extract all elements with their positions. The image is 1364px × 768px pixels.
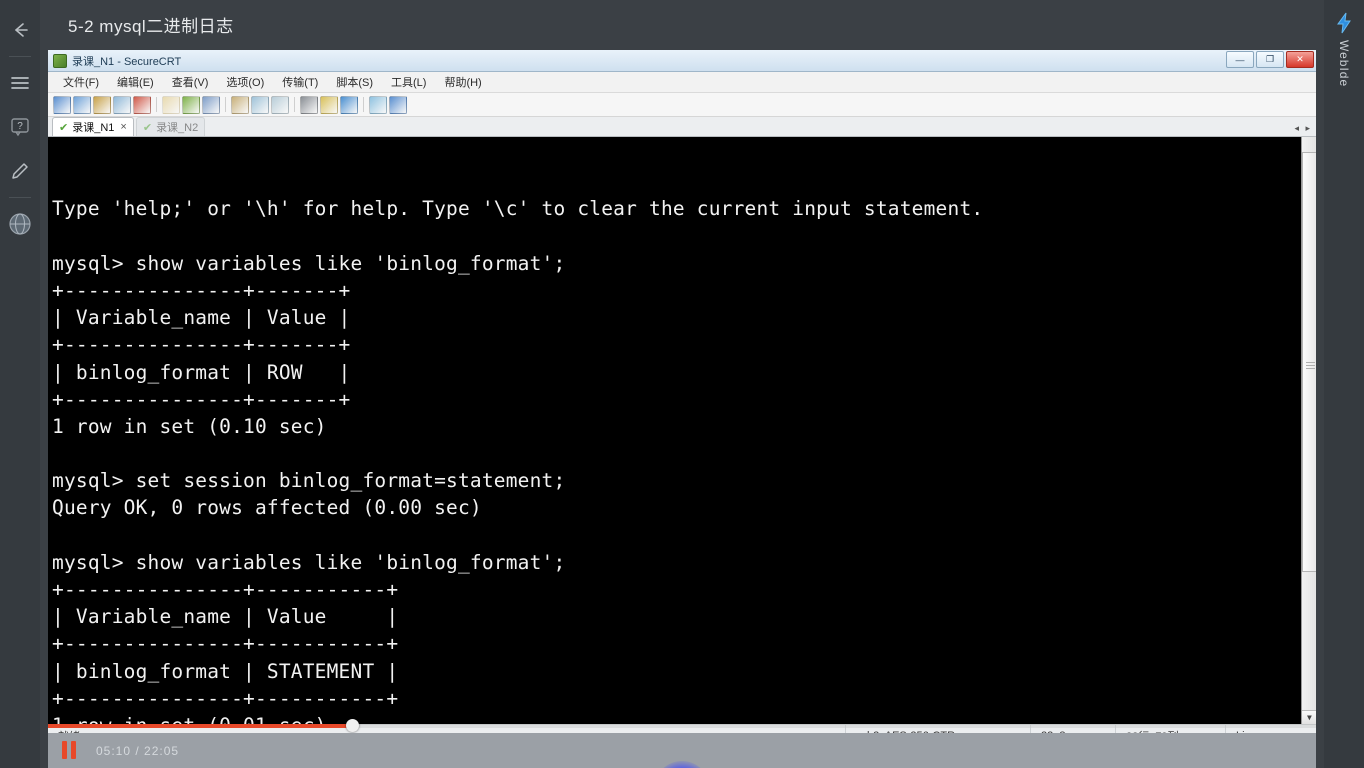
help-icon[interactable]: ? (0, 105, 40, 149)
pause-icon[interactable] (62, 741, 78, 759)
page-title: 5-2 mysql二进制日志 (68, 17, 234, 36)
terminal-scrollbar[interactable]: ▲ ▼ (1301, 137, 1316, 724)
toolbar-separator (294, 97, 295, 112)
terminal-line: +---------------+-----------+ (52, 578, 399, 602)
terminal-line: +---------------+-----------+ (52, 632, 399, 656)
globe-icon[interactable] (0, 202, 40, 246)
toolbar-separator (225, 97, 226, 112)
securecrt-tab-0[interactable]: ✔ 录课_N1 × (52, 117, 134, 136)
securecrt-tabbar: ✔ 录课_N1 × ✔ 录课_N2 ◂ ▸ (48, 117, 1316, 137)
terminal-line: mysql> show variables like 'binlog_forma… (52, 251, 566, 275)
transfer-icon[interactable] (271, 95, 289, 114)
image-icon[interactable] (389, 95, 407, 114)
securecrt-tab-1[interactable]: ✔ 录课_N2 (135, 117, 206, 136)
terminal-line: +---------------+-------+ (52, 333, 351, 357)
menu-icon[interactable] (0, 61, 40, 105)
terminal-output[interactable]: Type 'help;' or '\h' for help. Type '\c'… (48, 137, 1316, 724)
terminal-line: mysql> show variables like 'binlog_forma… (52, 550, 566, 574)
restore-button[interactable]: ❐ (1256, 51, 1284, 68)
close-button[interactable]: ✕ (1286, 51, 1314, 68)
video-control-bar: 05:10 / 22:05 录课视频 仅供学习 (48, 733, 1316, 768)
edit-pencil-icon[interactable] (0, 149, 40, 193)
webide-label: WebIde (1337, 40, 1351, 88)
securecrt-menubar: 文件(F) 编辑(E) 查看(V) 选项(O) 传输(T) 脚本(S) 工具(L) 帮助(H) (48, 72, 1316, 93)
clone-session-icon[interactable] (73, 95, 91, 114)
tab-label: 录课_N2 (156, 122, 199, 134)
log-session-icon[interactable] (251, 95, 269, 114)
securecrt-titlebar: 录课_N1 - SecureCRT — ❐ ✕ (48, 50, 1316, 72)
video-progress-bar[interactable] (48, 719, 1316, 732)
find-icon[interactable] (202, 95, 220, 114)
pause-bar-right (71, 741, 76, 759)
menu-item-7[interactable]: 帮助(H) (435, 74, 490, 90)
toolbar-separator (363, 97, 364, 112)
time-display: 05:10 / 22:05 (96, 744, 180, 758)
print-icon[interactable] (231, 95, 249, 114)
menu-item-5[interactable]: 脚本(S) (327, 74, 382, 90)
right-sidebar: WebIde (1324, 0, 1364, 768)
tab-scroll-arrows[interactable]: ◂ ▸ (1294, 123, 1312, 134)
disconnect-icon[interactable] (133, 95, 151, 114)
back-arrow-icon[interactable] (0, 8, 40, 52)
minimize-button[interactable]: — (1226, 51, 1254, 68)
rail-divider-2 (9, 197, 31, 198)
pause-bar-left (62, 741, 67, 759)
tab-label: 录课_N1 (72, 122, 115, 134)
buffering-indicator (654, 761, 710, 768)
page-header: 5-2 mysql二进制日志 (40, 0, 1324, 52)
connect-sftp-icon[interactable] (93, 95, 111, 114)
progress-fill (48, 724, 353, 728)
terminal-line: | binlog_format | ROW | (52, 360, 351, 384)
terminal-line: Query OK, 0 rows affected (0.00 sec) (52, 496, 482, 520)
reconnect-icon[interactable] (113, 95, 131, 114)
securecrt-app-icon (53, 53, 67, 68)
terminal-line: +---------------+-----------+ (52, 686, 399, 710)
terminal-line: 1 row in set (0.10 sec) (52, 414, 327, 438)
menu-item-2[interactable]: 查看(V) (163, 74, 218, 90)
new-session-icon[interactable] (53, 95, 71, 114)
toolbar-separator (156, 97, 157, 112)
menu-item-4[interactable]: 传输(T) (273, 74, 327, 90)
menu-item-3[interactable]: 选项(O) (217, 74, 273, 90)
menu-item-0[interactable]: 文件(F) (54, 74, 108, 90)
window-controls: — ❐ ✕ (1226, 51, 1314, 68)
terminal-line: +---------------+-------+ (52, 387, 351, 411)
video-lesson-page: ? 5-2 mysql二进制日志 WebIde 录课_N1 - SecureCR… (0, 0, 1364, 768)
terminal-line: Type 'help;' or '\h' for help. Type '\c'… (52, 197, 984, 221)
rail-divider-1 (9, 56, 31, 57)
webide-button[interactable]: WebIde (1324, 4, 1364, 124)
securecrt-window-title: 录课_N1 - SecureCRT (72, 55, 182, 68)
paste-icon[interactable] (182, 95, 200, 114)
tab-connected-icon: ✔ (59, 121, 69, 134)
settings-icon[interactable] (320, 95, 338, 114)
progress-handle[interactable] (346, 719, 360, 732)
svg-text:?: ? (17, 121, 23, 132)
copy-icon[interactable] (162, 95, 180, 114)
terminal-line: | binlog_format | STATEMENT | (52, 659, 399, 683)
help-icon[interactable] (369, 95, 387, 114)
bolt-icon (1337, 12, 1351, 34)
left-sidebar: ? (0, 0, 40, 768)
menu-item-1[interactable]: 编辑(E) (108, 74, 163, 90)
video-player-surface[interactable]: 录课_N1 - SecureCRT — ❐ ✕ 文件(F) 编辑(E) 查看(V) 选… (48, 50, 1316, 740)
scrollbar-thumb[interactable] (1302, 152, 1316, 572)
securecrt-toolbar (48, 93, 1316, 117)
terminal-line: mysql> set session binlog_format=stateme… (52, 469, 566, 493)
terminal-line: | Variable_name | Value | (52, 605, 399, 629)
tab-close-icon[interactable]: × (120, 121, 126, 133)
scrollbar-grip (1306, 362, 1315, 369)
terminal-line: +---------------+-------+ (52, 278, 351, 302)
terminal-line: | Variable_name | Value | (52, 306, 351, 330)
menu-item-6[interactable]: 工具(L) (382, 74, 435, 90)
tab-connected-icon: ✔ (142, 121, 153, 134)
file-transfer-icon[interactable] (300, 95, 318, 114)
terminal-lines: Type 'help;' or '\h' for help. Type '\c'… (52, 195, 1316, 724)
key-icon[interactable] (340, 95, 358, 114)
